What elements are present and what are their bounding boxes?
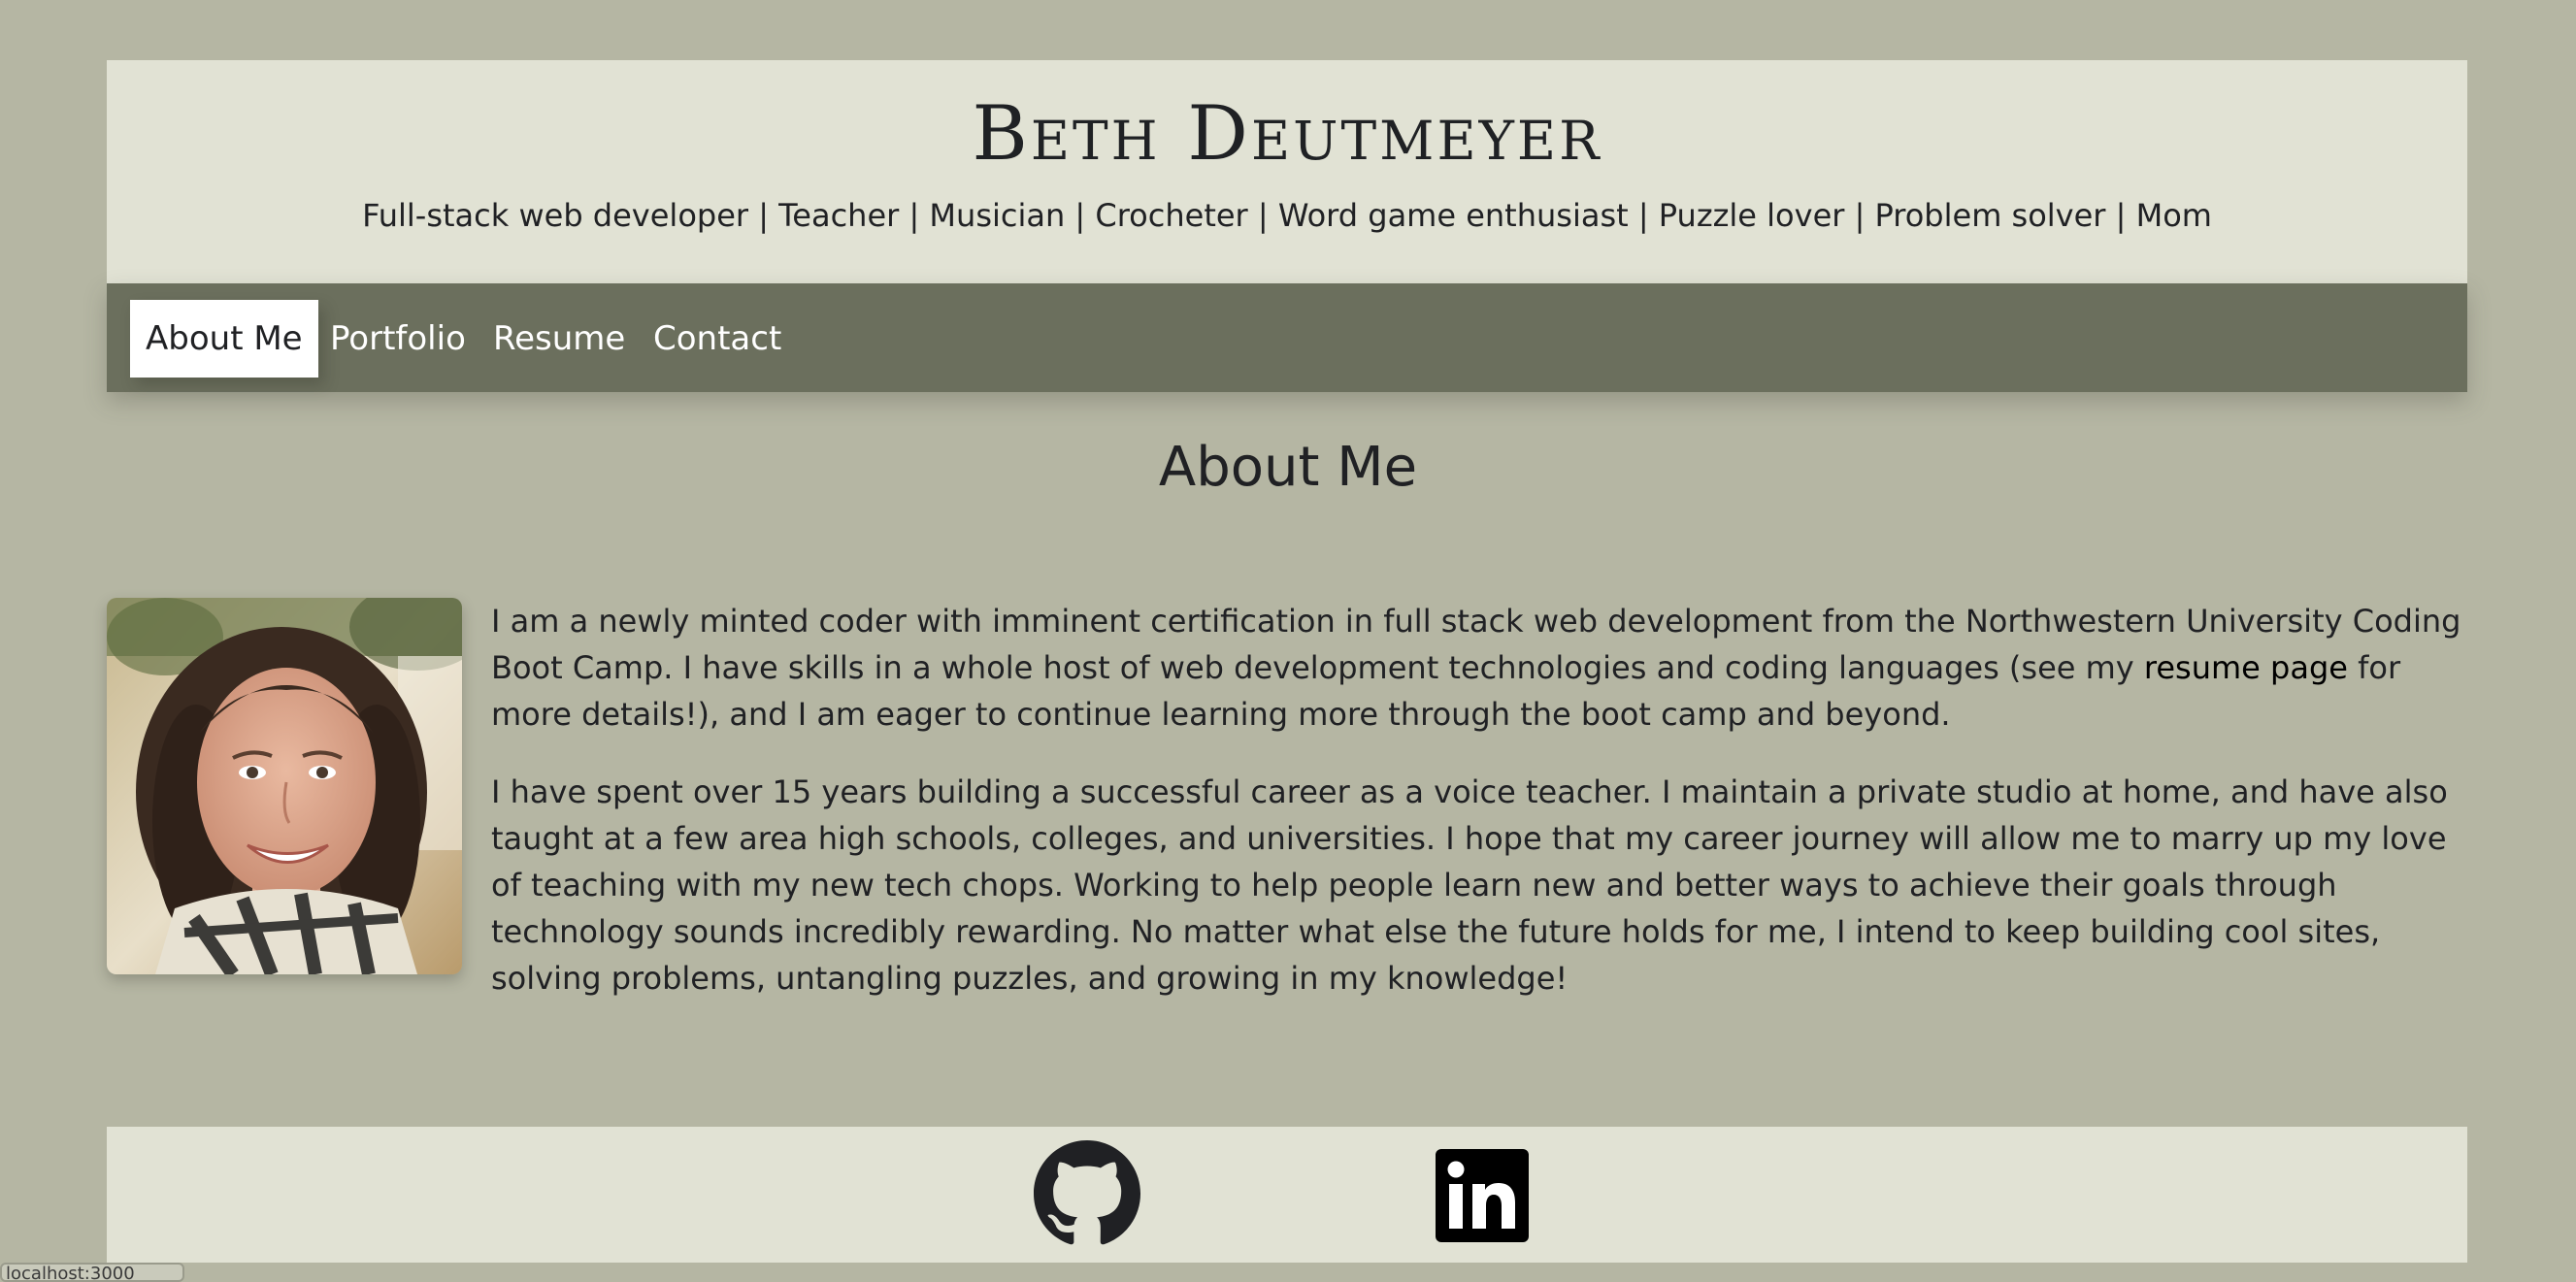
- site-tagline: Full-stack web developer | Teacher | Mus…: [362, 197, 2212, 234]
- site-footer: [107, 1127, 2467, 1263]
- nav-item-about-me[interactable]: About Me: [130, 300, 318, 378]
- nav-item-portfolio[interactable]: Portfolio: [314, 300, 481, 378]
- bio-paragraph-1: I am a newly minted coder with imminent …: [491, 598, 2467, 738]
- linkedin-icon[interactable]: [1436, 1149, 1529, 1242]
- github-icon[interactable]: [1034, 1140, 1140, 1247]
- bio-paragraph-2: I have spent over 15 years building a su…: [491, 773, 2448, 997]
- site-name: Beth Deutmeyer: [972, 90, 1602, 178]
- nav-item-contact[interactable]: Contact: [638, 300, 797, 378]
- bio-text: I am a newly minted coder with imminent …: [491, 598, 2467, 1033]
- status-bar-url: localhost:3000: [0, 1263, 184, 1282]
- page-title: About Me: [1158, 436, 1418, 499]
- site-header: Beth Deutmeyer Full-stack web developer …: [107, 60, 2467, 283]
- main-nav: About Me Portfolio Resume Contact: [107, 283, 2467, 392]
- resume-page-link[interactable]: resume page: [2144, 649, 2348, 686]
- portrait-photo: [107, 598, 462, 974]
- nav-item-resume[interactable]: Resume: [478, 300, 641, 378]
